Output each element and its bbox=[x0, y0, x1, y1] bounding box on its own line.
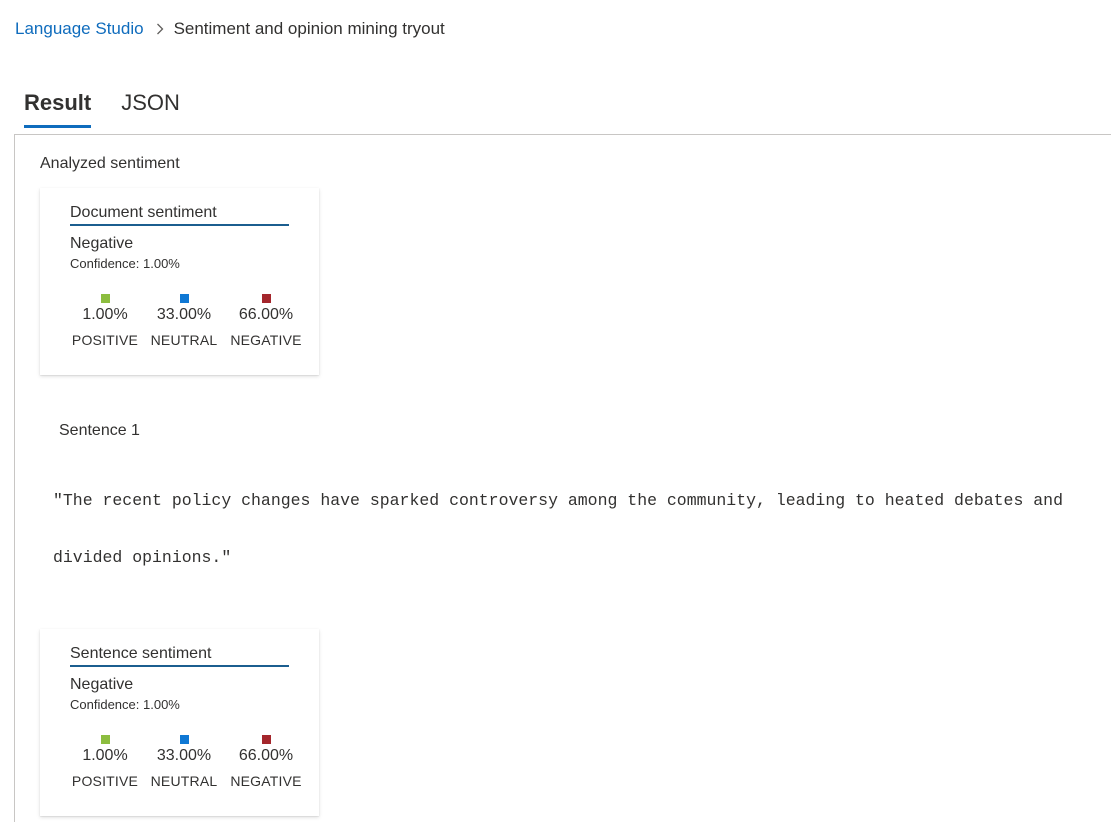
breadcrumb-language-studio-link[interactable]: Language Studio bbox=[15, 19, 144, 39]
neutral-name: NEUTRAL bbox=[150, 332, 218, 348]
positive-metric: 1.00% POSITIVE bbox=[65, 735, 145, 789]
positive-swatch bbox=[100, 294, 110, 303]
negative-value: 66.00% bbox=[238, 306, 294, 323]
tab-result[interactable]: Result bbox=[24, 86, 92, 128]
neutral-value: 33.00% bbox=[156, 306, 212, 323]
positive-metric: 1.00% POSITIVE bbox=[65, 294, 145, 348]
document-sentiment-title: Document sentiment bbox=[70, 204, 289, 226]
positive-name: POSITIVE bbox=[71, 773, 139, 789]
positive-value: 1.00% bbox=[82, 306, 128, 323]
negative-metric: 66.00% NEGATIVE bbox=[226, 294, 306, 348]
analyzed-sentiment-title: Analyzed sentiment bbox=[40, 155, 180, 172]
neutral-metric: 33.00% NEUTRAL bbox=[144, 294, 224, 348]
negative-swatch bbox=[261, 294, 271, 303]
negative-name: NEGATIVE bbox=[230, 773, 302, 789]
negative-swatch bbox=[261, 735, 271, 744]
document-sentiment-card: Document sentiment Negative Confidence: … bbox=[40, 188, 319, 375]
positive-value: 1.00% bbox=[82, 747, 128, 764]
sentence-heading: Sentence 1 bbox=[59, 422, 140, 439]
sentence-sentiment-card: Sentence sentiment Negative Confidence: … bbox=[40, 629, 319, 816]
positive-name: POSITIVE bbox=[71, 332, 139, 348]
result-panel: Analyzed sentiment Document sentiment Ne… bbox=[14, 134, 1111, 822]
neutral-metric: 33.00% NEUTRAL bbox=[144, 735, 224, 789]
positive-swatch bbox=[100, 735, 110, 744]
neutral-value: 33.00% bbox=[156, 747, 212, 764]
sentence-confidence: Confidence: 1.00% bbox=[70, 697, 180, 712]
breadcrumb: Language Studio Sentiment and opinion mi… bbox=[15, 19, 445, 39]
sentence-text: "The recent policy changes have sparked … bbox=[53, 491, 1063, 567]
neutral-swatch bbox=[179, 735, 189, 744]
breadcrumb-current-page: Sentiment and opinion mining tryout bbox=[173, 19, 445, 38]
negative-name: NEGATIVE bbox=[230, 332, 302, 348]
document-confidence: Confidence: 1.00% bbox=[70, 256, 180, 271]
sentence-sentiment-title: Sentence sentiment bbox=[70, 645, 289, 667]
document-sentiment-label: Negative bbox=[70, 235, 134, 252]
tab-json[interactable]: JSON bbox=[121, 86, 180, 128]
chevron-right-icon bbox=[156, 23, 164, 35]
result-tabs: Result JSON bbox=[24, 86, 210, 128]
sentence-sentiment-label: Negative bbox=[70, 676, 134, 693]
negative-value: 66.00% bbox=[238, 747, 294, 764]
neutral-swatch bbox=[179, 294, 189, 303]
neutral-name: NEUTRAL bbox=[150, 773, 218, 789]
negative-metric: 66.00% NEGATIVE bbox=[226, 735, 306, 789]
